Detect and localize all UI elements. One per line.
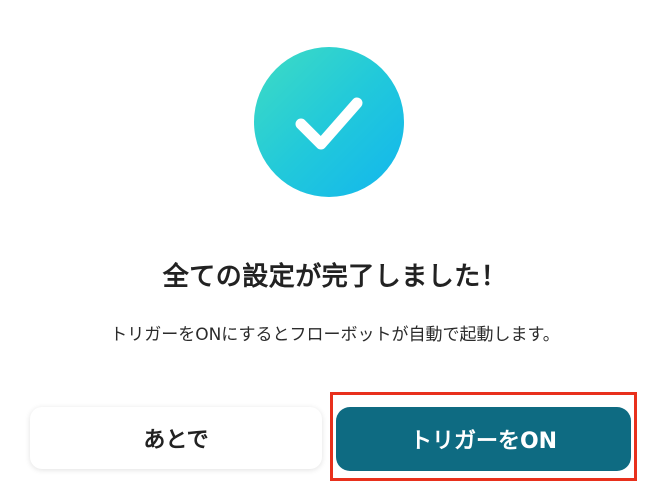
later-button[interactable]: あとで [30,407,322,469]
completion-dialog: 全ての設定が完了しました！ トリガーをONにするとフローボットが自動で起動します… [0,0,670,502]
dialog-message: トリガーをONにするとフローボットが自動で起動します。 [110,325,560,345]
success-check-icon [254,47,404,197]
checkmark-icon [295,97,363,150]
dialog-title: 全ての設定が完了しました！ [162,262,508,292]
trigger-on-button[interactable]: トリガーをON [336,407,631,471]
